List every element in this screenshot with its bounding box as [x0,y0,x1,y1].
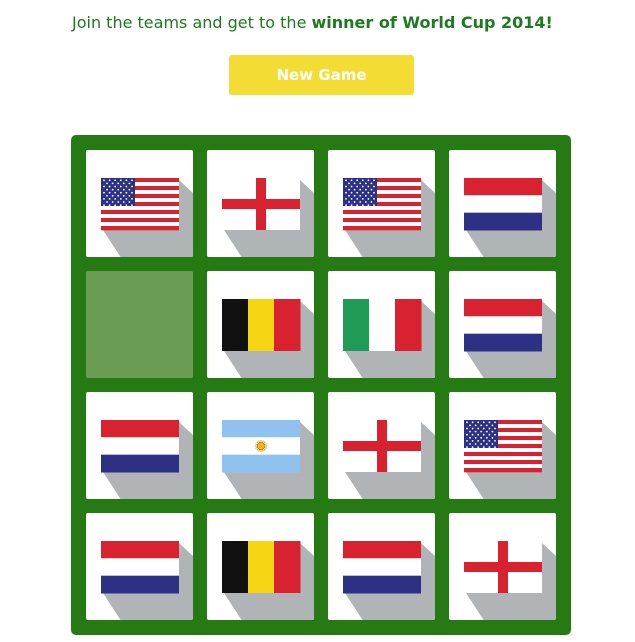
intro-text: Join the teams and get to the winner of … [72,12,553,34]
tile-usa[interactable] [449,392,556,499]
netherlands-flag-icon [464,178,556,257]
tile-usa[interactable] [86,150,193,257]
intro-lead: Join the teams and get to the [72,13,312,32]
netherlands-flag-icon [101,541,193,620]
empty-tile[interactable] [86,271,193,378]
tile-belgium[interactable] [207,513,314,620]
netherlands-flag-icon [343,541,435,620]
tile-usa[interactable] [328,150,435,257]
tile-netherlands[interactable] [449,150,556,257]
tile-belgium[interactable] [207,271,314,378]
intro-highlight: winner of World Cup 2014! [311,13,553,32]
game-board [71,135,571,635]
tile-england[interactable] [207,150,314,257]
tile-england[interactable] [328,392,435,499]
tile-italy[interactable] [328,271,435,378]
tile-england[interactable] [449,513,556,620]
england-flag-icon [464,541,556,620]
belgium-flag-icon [222,541,314,620]
usa-flag-icon [101,178,193,257]
italy-flag-icon [343,299,435,378]
argentina-flag-icon [222,420,314,499]
belgium-flag-icon [222,299,314,378]
usa-flag-icon [464,420,556,499]
usa-flag-icon [343,178,435,257]
tile-netherlands[interactable] [86,392,193,499]
england-flag-icon [343,420,435,499]
netherlands-flag-icon [101,420,193,499]
england-flag-icon [222,178,314,257]
netherlands-flag-icon [464,299,556,378]
tile-netherlands[interactable] [328,513,435,620]
tile-netherlands[interactable] [86,513,193,620]
tile-netherlands[interactable] [449,271,556,378]
new-game-button[interactable]: New Game [229,55,414,95]
tile-argentina[interactable] [207,392,314,499]
